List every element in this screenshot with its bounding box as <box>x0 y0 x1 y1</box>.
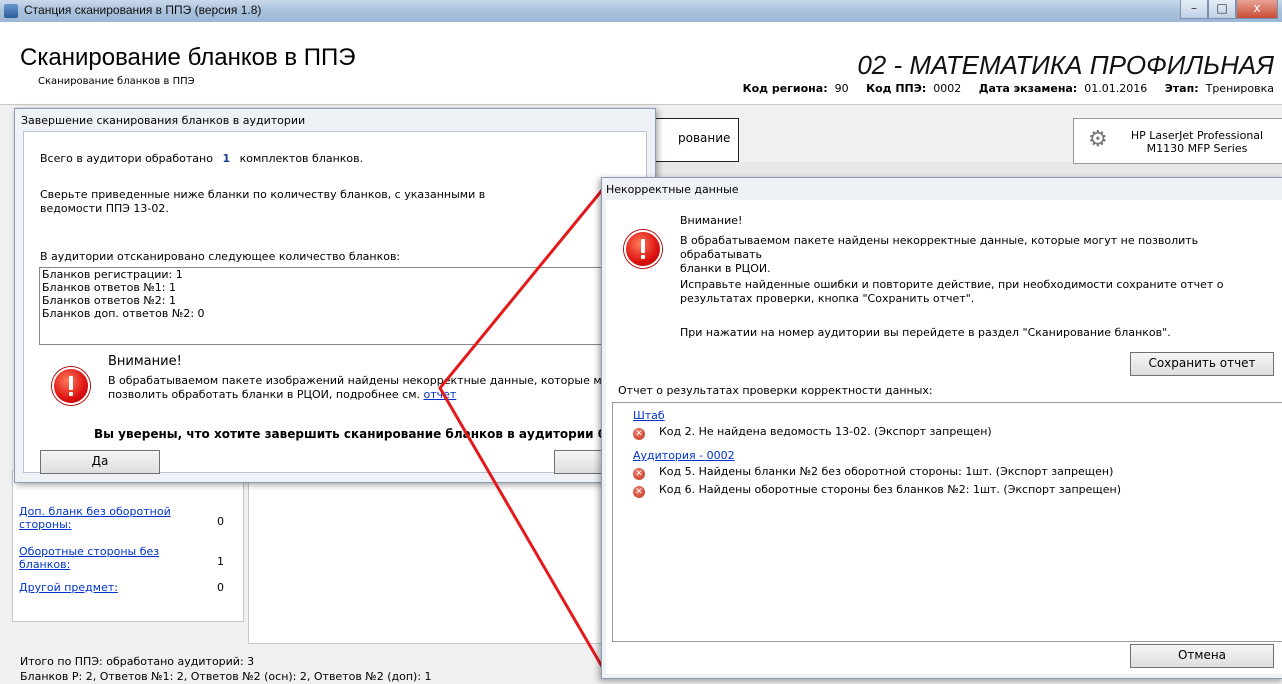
warning-icon <box>624 230 662 268</box>
incorrect-data-dialog-title: Некорректные данные <box>606 183 739 196</box>
error-icon: ✕ <box>633 486 645 498</box>
validation-report: Штаб ✕ Код 2. Не найдена ведомость 13-02.… <box>612 402 1282 642</box>
report-caption: Отчет о результатах проверки корректност… <box>618 384 933 397</box>
error-icon: ✕ <box>633 428 645 440</box>
para2-line-1: Исправьте найденные ошибки и повторите д… <box>680 278 1224 291</box>
report-error-row: ✕ Код 6. Найдены оборотные стороны без бл… <box>633 483 1121 498</box>
save-report-button[interactable]: Сохранить отчет <box>1130 352 1274 376</box>
report-error-row: ✕ Код 2. Не найдена ведомость 13-02. (Экс… <box>633 425 992 440</box>
hq-link[interactable]: Штаб <box>633 409 665 422</box>
report-error-row: ✕ Код 5. Найдены бланки №2 без оборотной … <box>633 465 1113 480</box>
para1-line-2: бланки в РЦОИ. <box>680 262 771 275</box>
para3: При нажатии на номер аудитории вы перейд… <box>680 326 1171 339</box>
para2-line-2: результатах проверки, кнопка "Сохранить … <box>680 292 975 305</box>
cancel-button[interactable]: Отмена <box>1130 644 1274 668</box>
incorrect-data-dialog: Некорректные данные Внимание! В обрабаты… <box>601 177 1282 679</box>
error-icon: ✕ <box>633 468 645 480</box>
error-text: Код 5. Найдены бланки №2 без оборотной с… <box>659 465 1114 478</box>
para1-line-1: В обрабатываемом пакете найдены некоррек… <box>680 234 1199 261</box>
connector-line <box>438 177 614 671</box>
error-text: Код 6. Найдены оборотные стороны без бла… <box>659 483 1122 496</box>
room-link[interactable]: Аудитория - 0002 <box>633 449 735 462</box>
attention-label: Внимание! <box>680 214 743 227</box>
para2: Исправьте найденные ошибки и повторите д… <box>680 278 1270 306</box>
para1: В обрабатываемом пакете найдены некоррек… <box>680 234 1270 276</box>
incorrect-data-dialog-body: Внимание! В обрабатываемом пакете найден… <box>606 200 1282 674</box>
error-text: Код 2. Не найдена ведомость 13-02. (Эксп… <box>659 425 992 438</box>
